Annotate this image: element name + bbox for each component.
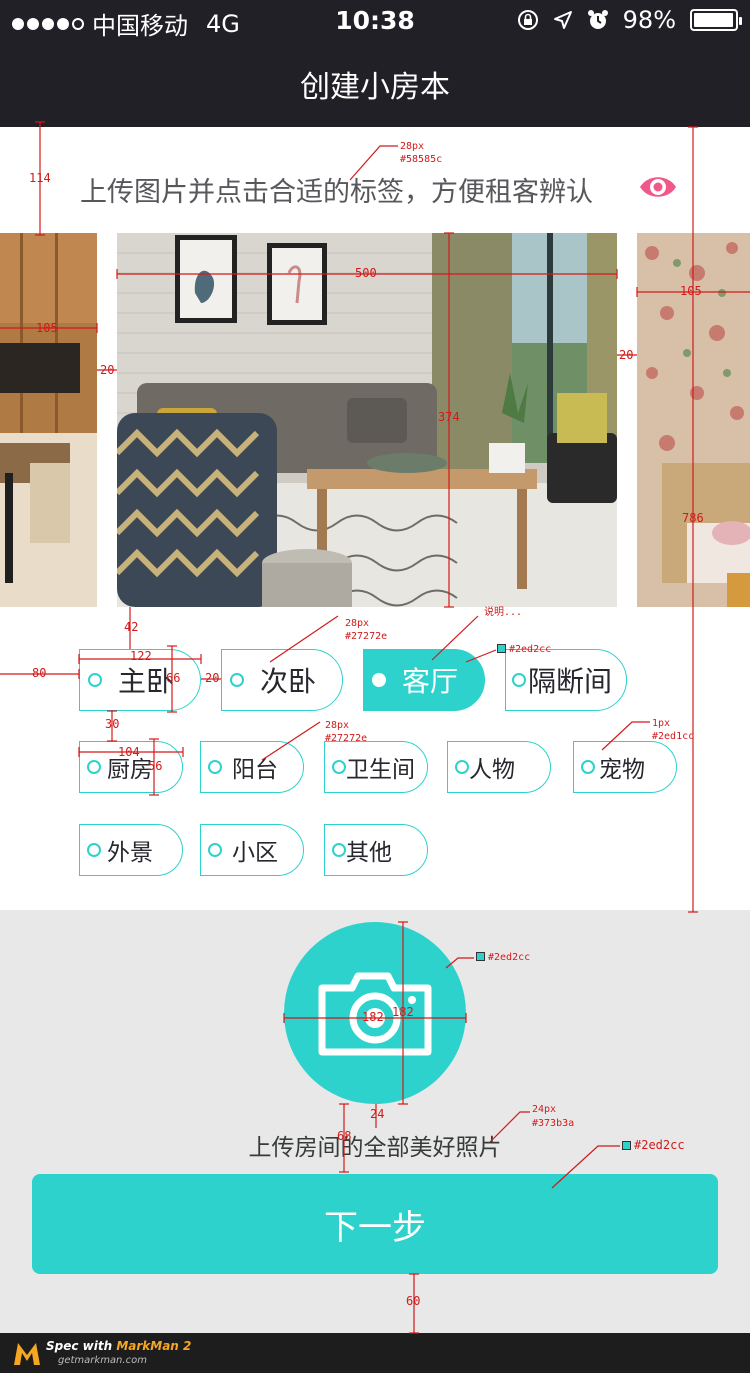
tag-label: 阳台 [232, 757, 278, 783]
spec-gap-label: 68 [337, 1129, 352, 1143]
tag-radio-icon [332, 843, 346, 857]
spec-height-label: 66 [166, 671, 181, 685]
tag-label: 其他 [346, 840, 392, 866]
color-swatch-icon [476, 952, 485, 961]
tag-partition-room[interactable]: 隔断间 [505, 649, 627, 711]
spec-gap-label: 42 [124, 620, 139, 634]
spec-color-label: #27272e [345, 631, 388, 642]
markman-brand: Spec with MarkMan 2 [46, 1339, 191, 1353]
battery-percent: 98% [622, 6, 676, 34]
color-swatch-icon [622, 1141, 631, 1150]
spec-font-size-label: 28px [400, 141, 425, 152]
tag-radio-icon [332, 760, 346, 774]
spec-width-label: 182 [362, 1010, 384, 1024]
spec-width-label: 105 [680, 284, 702, 298]
photo-selected[interactable] [117, 233, 617, 607]
tag-people[interactable]: 人物 [447, 741, 551, 793]
tag-balcony[interactable]: 阳台 [200, 741, 304, 793]
hint-text: 上传图片并点击合适的标签，方便租客辨认 [80, 177, 593, 208]
spec-color-label: #2ed2cc [476, 952, 530, 963]
next-step-button[interactable]: 下一步 [32, 1174, 718, 1274]
markman-logo-icon [14, 1343, 40, 1365]
brand-prefix: Spec with [46, 1339, 117, 1353]
spec-color-value: #2ed2cc [509, 644, 552, 655]
spec-border-label: 1px [652, 718, 671, 729]
markman-url: getmarkman.com [58, 1355, 147, 1366]
spec-width-label: 104 [118, 745, 140, 759]
spec-height-label: 114 [29, 171, 51, 185]
spec-height-label: 182 [392, 1005, 414, 1019]
tag-label: 次卧 [260, 665, 317, 698]
tag-radio-icon [208, 843, 222, 857]
spec-gap-label: 30 [105, 717, 120, 731]
brand-name: MarkMan 2 [116, 1339, 192, 1353]
spec-font-size-label: 28px [325, 720, 350, 731]
spec-margin-label: 80 [32, 666, 47, 680]
tag-label: 隔断间 [528, 665, 613, 698]
spec-height-label: 56 [148, 759, 163, 773]
top-bar: 中国移动 4G 10:38 98% 创建小房本 [0, 0, 750, 127]
tag-radio-icon [87, 760, 101, 774]
spec-width-label: 122 [130, 649, 152, 663]
battery-icon [690, 9, 742, 31]
spec-height-label: 786 [682, 511, 704, 525]
spec-width-label: 500 [355, 266, 377, 280]
tag-label: 人物 [469, 757, 515, 783]
tag-radio-icon [88, 673, 102, 687]
spec-color-label: #373b3a [532, 1118, 575, 1129]
tag-living-room[interactable]: 客厅 [363, 649, 485, 711]
tag-community[interactable]: 小区 [200, 824, 304, 876]
tag-radio-icon [512, 673, 526, 687]
photo-prev[interactable] [0, 233, 97, 607]
markman-footer: Spec with MarkMan 2 getmarkman.com [0, 1333, 750, 1373]
spec-color-value: #2ed2cc [488, 952, 531, 963]
spec-color-label: #2ed2cc [497, 644, 551, 655]
tag-label: 外景 [107, 840, 153, 866]
tag-pet[interactable]: 宠物 [573, 741, 677, 793]
spec-color-value: #2ed2cc [634, 1138, 685, 1152]
tag-other[interactable]: 其他 [324, 824, 428, 876]
tag-label: 小区 [232, 840, 278, 866]
tag-radio-icon [208, 760, 222, 774]
tag-radio-icon [455, 760, 469, 774]
tag-radio-icon [87, 843, 101, 857]
spec-gap-label: 24 [370, 1107, 385, 1121]
spec-font-size-label: 28px [345, 618, 370, 629]
tag-exterior[interactable]: 外景 [79, 824, 183, 876]
spec-gap-label: 20 [100, 363, 115, 377]
spec-color-label: #2ed1cc [652, 731, 695, 742]
tag-label: 卫生间 [346, 757, 415, 783]
status-bar: 中国移动 4G 10:38 98% [0, 0, 750, 40]
spec-color-label: #2ed2cc [622, 1138, 685, 1152]
color-swatch-icon [497, 644, 506, 653]
tag-radio-icon [581, 760, 595, 774]
tag-radio-icon [230, 673, 244, 687]
tag-label: 宠物 [599, 757, 645, 783]
eye-icon[interactable] [638, 167, 678, 207]
orientation-lock-icon [517, 10, 538, 30]
spec-color-label: #58585c [400, 154, 443, 165]
tag-label: 客厅 [402, 665, 459, 698]
tag-radio-icon [372, 673, 386, 687]
spec-font-size-label: 24px [532, 1104, 557, 1115]
location-arrow-icon [553, 11, 572, 29]
page-title: 创建小房本 [300, 70, 450, 105]
spec-gap-label: 20 [619, 348, 634, 362]
spec-note-label: 说明... [484, 607, 523, 618]
tag-second-bedroom[interactable]: 次卧 [221, 649, 343, 711]
spec-width-label: 105 [36, 321, 58, 335]
alarm-icon [587, 10, 608, 29]
spec-gap-label: 20 [205, 671, 220, 685]
tag-bathroom[interactable]: 卫生间 [324, 741, 428, 793]
photo-tag-panel: 上传图片并点击合适的标签，方便租客辨认 主卧 次卧 客厅 隔断间 厨房 阳台 卫… [0, 127, 750, 910]
spec-color-label: #27272e [325, 733, 368, 744]
spec-height-label: 374 [438, 410, 460, 424]
spec-gap-label: 60 [406, 1294, 421, 1308]
